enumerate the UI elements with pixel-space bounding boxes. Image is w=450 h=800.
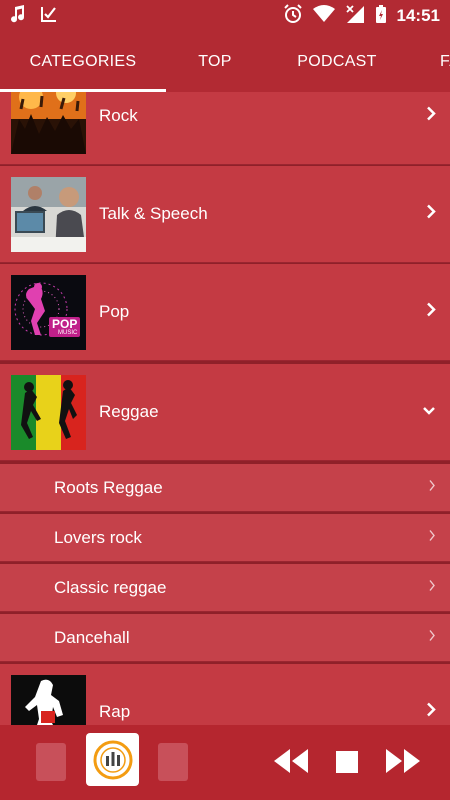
- clock-time: 14:51: [396, 6, 440, 25]
- rewind-icon[interactable]: [272, 747, 310, 780]
- signal-icon: [345, 4, 365, 29]
- rap-thumbnail: [11, 674, 86, 725]
- player-bar: [0, 725, 450, 800]
- subcategory-label: Classic reggae: [54, 577, 167, 597]
- music-note-icon: [10, 4, 26, 28]
- pop-thumbnail: POP MUSIC: [11, 274, 86, 350]
- alarm-icon: [283, 3, 303, 29]
- category-label: Pop: [99, 302, 130, 321]
- status-bar: 14:51: [0, 0, 450, 32]
- category-label: Talk & Speech: [99, 204, 208, 223]
- chevron-right-icon: [426, 204, 436, 225]
- checklist-icon: [40, 5, 58, 28]
- stop-icon[interactable]: [336, 751, 358, 778]
- chevron-right-icon: [428, 578, 436, 597]
- category-label: Rock: [99, 106, 138, 125]
- chevron-right-icon: [426, 302, 436, 323]
- pop-badge-text: POP: [52, 316, 78, 331]
- subcategory-label: Roots Reggae: [54, 477, 163, 497]
- tab-top[interactable]: TOP: [166, 32, 264, 92]
- rock-thumbnail: [11, 92, 86, 154]
- category-row-rock[interactable]: Rock: [0, 92, 450, 165]
- subcategory-row-roots-reggae[interactable]: Roots Reggae: [0, 464, 450, 512]
- subcategory-row-dancehall[interactable]: Dancehall: [0, 614, 450, 662]
- talk-speech-thumbnail: [11, 176, 86, 252]
- subcategory-label: Lovers rock: [54, 527, 142, 547]
- pop-badge: POP MUSIC: [49, 316, 81, 337]
- chevron-right-icon: [428, 528, 436, 547]
- category-row-rap[interactable]: Rap: [0, 664, 450, 725]
- wifi-icon: [312, 4, 335, 28]
- category-row-pop[interactable]: POP MUSIC Pop: [0, 264, 450, 361]
- battery-charging-icon: [375, 4, 387, 29]
- tab-podcast[interactable]: PODCAST: [264, 32, 410, 92]
- subcategory-row-lovers-rock[interactable]: Lovers rock: [0, 514, 450, 562]
- previous-station-logo[interactable]: [36, 743, 66, 781]
- chevron-right-icon: [426, 702, 436, 723]
- reggae-thumbnail: [11, 374, 86, 450]
- tab-categories[interactable]: CATEGORIES: [0, 32, 166, 92]
- category-label: Rap: [99, 702, 131, 721]
- chevron-down-icon: [422, 403, 436, 421]
- tab-bar: CATEGORIES TOP PODCAST FA: [0, 32, 450, 92]
- tab-favorites[interactable]: FA: [410, 32, 450, 92]
- category-row-talk-speech[interactable]: Talk & Speech: [0, 166, 450, 263]
- chevron-right-icon: [426, 106, 436, 127]
- subcategory-row-classic-reggae[interactable]: Classic reggae: [0, 564, 450, 612]
- fast-forward-icon[interactable]: [384, 747, 422, 780]
- category-row-reggae[interactable]: Reggae: [0, 364, 450, 461]
- current-station-logo[interactable]: [86, 733, 139, 786]
- chevron-right-icon: [428, 478, 436, 497]
- category-list[interactable]: Rock Talk & Speech POP MUSIC Pop Reggae …: [0, 92, 450, 725]
- next-station-logo[interactable]: [158, 743, 188, 781]
- category-label: Reggae: [99, 402, 159, 421]
- chevron-right-icon: [428, 628, 436, 647]
- subcategory-label: Dancehall: [54, 627, 130, 647]
